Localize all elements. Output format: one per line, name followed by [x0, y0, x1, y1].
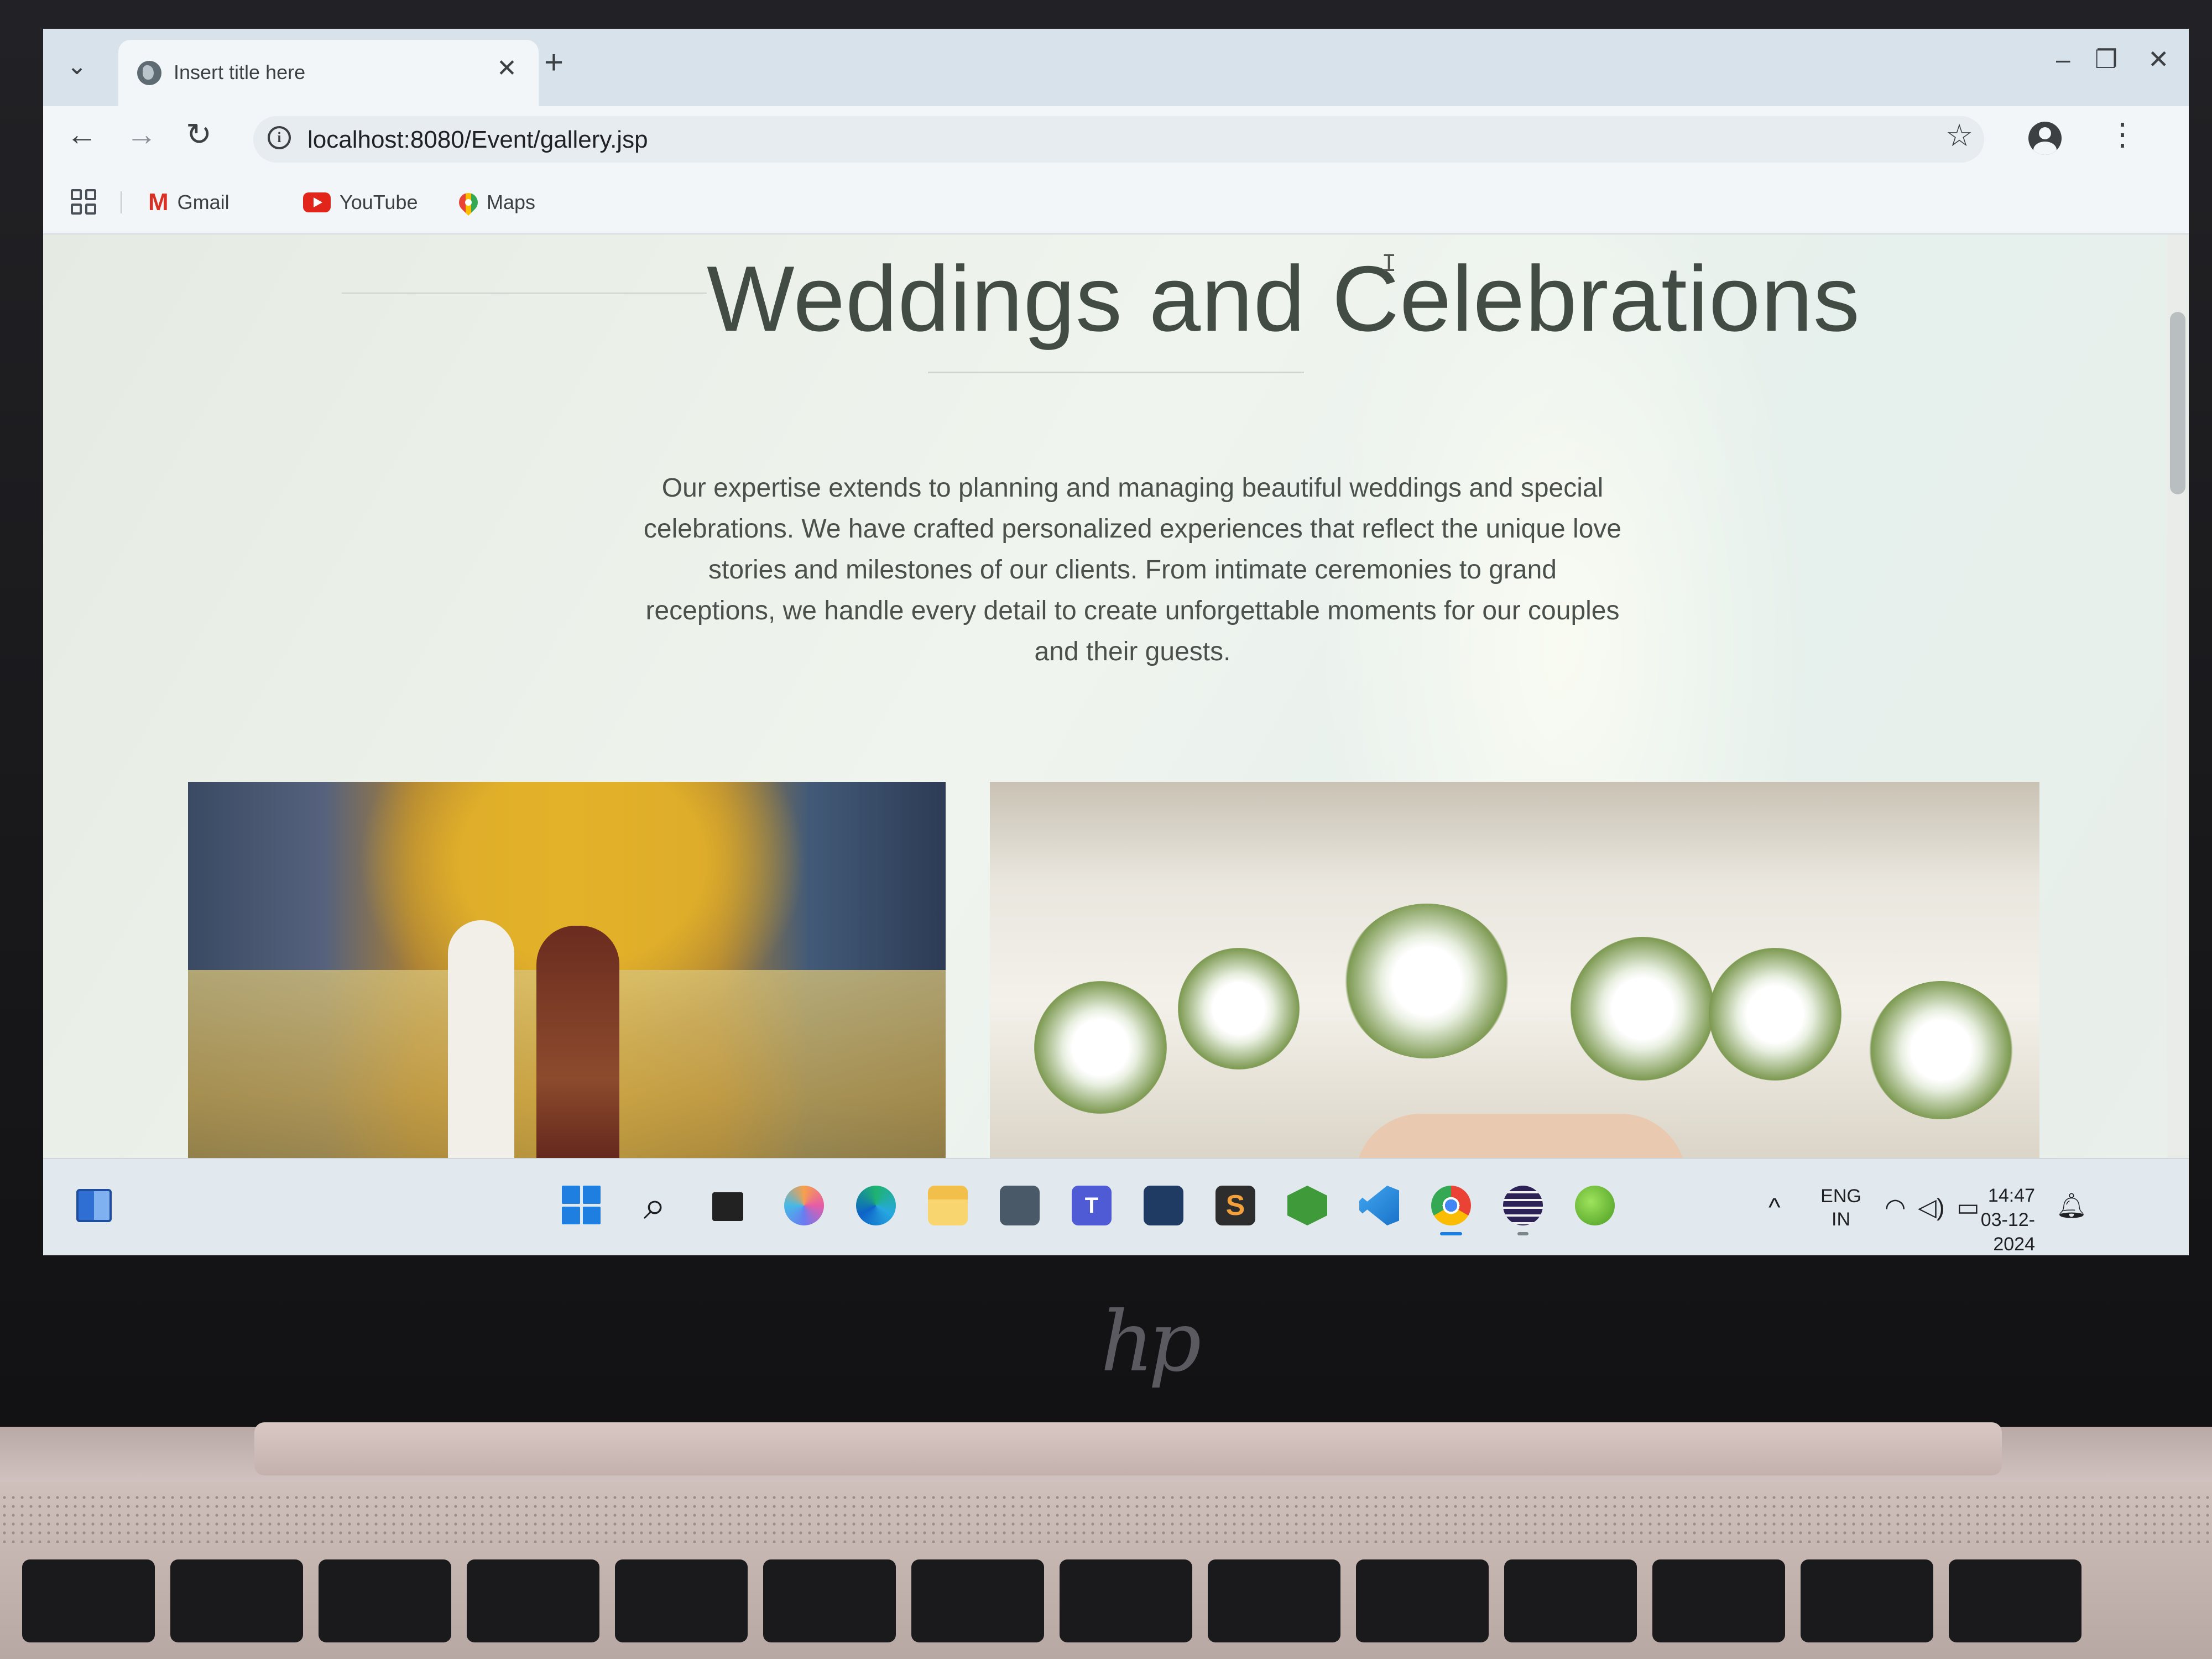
keyboard-key: [1949, 1559, 2081, 1642]
keyboard-key: [763, 1559, 896, 1642]
bookmark-star-icon[interactable]: ☆: [1945, 117, 1973, 154]
running-indicator: [1517, 1232, 1528, 1235]
gallery-image-floral-stage[interactable]: [990, 782, 2039, 1158]
task-view-icon[interactable]: [712, 1192, 743, 1221]
gallery-image-wedding-couple[interactable]: [188, 782, 946, 1158]
wifi-icon[interactable]: ◠: [1885, 1193, 1906, 1222]
title-divider-left: [342, 293, 707, 294]
intro-paragraph: Our expertise extends to planning and ma…: [643, 473, 1622, 666]
show-hidden-icons-button[interactable]: ^: [1768, 1192, 1781, 1222]
running-indicator: [1440, 1232, 1462, 1235]
language-code: ENG: [1820, 1186, 1861, 1207]
flower-arch: [1571, 937, 1714, 1081]
copilot-icon[interactable]: [784, 1186, 824, 1225]
text-cursor-icon: I: [1381, 250, 1397, 279]
mysql-workbench-icon[interactable]: [1144, 1186, 1183, 1225]
file-explorer-icon[interactable]: [928, 1186, 968, 1225]
hp-logo: hp: [1100, 1294, 1202, 1390]
camera-icon[interactable]: [1000, 1186, 1040, 1225]
keyboard-key: [22, 1559, 155, 1642]
tab-strip: ⌄ Insert title here ✕ + – ❐ ✕: [43, 29, 2189, 106]
widgets-icon[interactable]: [76, 1189, 112, 1222]
bookmarks-bar: M Gmail YouTube Maps: [43, 173, 2189, 234]
apps-grid-icon[interactable]: [71, 189, 96, 215]
profile-avatar[interactable]: [2028, 122, 2062, 155]
tab-title: Insert title here: [174, 61, 306, 84]
sublime-text-icon[interactable]: S: [1215, 1186, 1255, 1225]
clock-date: 03-12-2024: [1980, 1209, 2035, 1255]
spring-tools-icon[interactable]: [1575, 1186, 1615, 1225]
windows-taskbar: ⌕ T S ^ ENG IN ◠ ◁) ▭ 14:47 03-12-2024 🔔…: [43, 1158, 2189, 1255]
flower-arch: [1869, 981, 2013, 1119]
bride-figure: [536, 926, 619, 1158]
browser-menu-button[interactable]: ⋮: [2107, 116, 2138, 153]
vertical-scrollbar[interactable]: [2167, 234, 2189, 1158]
keyboard-key: [1652, 1559, 1785, 1642]
bookmark-gmail[interactable]: M Gmail: [148, 186, 229, 219]
bookmarks-divider: [121, 191, 122, 213]
page-viewport[interactable]: Weddings and Celebrations I Our expertis…: [43, 234, 2189, 1158]
screen: ⌄ Insert title here ✕ + – ❐ ✕ ← → ↻ i lo…: [43, 29, 2189, 1255]
flower-arch: [1178, 948, 1300, 1070]
start-button[interactable]: [562, 1186, 601, 1224]
keyboard-row: [0, 1559, 2212, 1659]
browser-toolbar: ← → ↻ i localhost:8080/Event/gallery.jsp…: [43, 106, 2189, 173]
teams-icon[interactable]: T: [1072, 1186, 1112, 1225]
close-tab-icon[interactable]: ✕: [497, 54, 517, 82]
keyboard-key: [467, 1559, 599, 1642]
url-text[interactable]: localhost:8080/Event/gallery.jsp: [307, 126, 648, 154]
forward-button[interactable]: →: [126, 116, 157, 152]
region-code: IN: [1832, 1209, 1850, 1230]
site-info-icon[interactable]: i: [268, 126, 291, 149]
keyboard-key: [1504, 1559, 1637, 1642]
keyboard-key: [911, 1559, 1044, 1642]
back-button[interactable]: ←: [66, 116, 97, 152]
close-window-button[interactable]: ✕: [2148, 44, 2169, 74]
search-icon[interactable]: ⌕: [635, 1186, 675, 1225]
maps-icon: [455, 189, 482, 216]
eclipse-icon[interactable]: [1503, 1186, 1543, 1225]
globe-icon: [137, 61, 161, 85]
keyboard-key: [1060, 1559, 1192, 1642]
edge-icon[interactable]: [856, 1186, 896, 1225]
keyboard-key: [1208, 1559, 1340, 1642]
restore-button[interactable]: ❐: [2095, 44, 2117, 74]
gmail-icon: M: [148, 189, 169, 216]
groom-figure: [448, 920, 514, 1158]
vscode-icon[interactable]: [1359, 1186, 1399, 1225]
flower-arch: [1034, 981, 1167, 1114]
keyboard-key: [170, 1559, 303, 1642]
notification-bell-icon[interactable]: 🔔︎: [2056, 1191, 2087, 1220]
chevron-down-icon: ⌄: [66, 52, 87, 80]
new-tab-button[interactable]: +: [544, 43, 564, 81]
address-bar[interactable]: i localhost:8080/Event/gallery.jsp: [253, 116, 1984, 163]
keyboard-key: [1801, 1559, 1933, 1642]
youtube-icon: [303, 192, 331, 212]
keyboard-key: [615, 1559, 748, 1642]
bookmark-label: Maps: [487, 191, 536, 213]
reload-button[interactable]: ↻: [186, 116, 212, 153]
title-underline: [928, 372, 1304, 373]
clock-time: 14:47: [1987, 1185, 2035, 1206]
hinge-bar: [254, 1422, 2002, 1475]
minimize-button[interactable]: –: [2056, 44, 2070, 74]
system-clock[interactable]: 14:47 03-12-2024: [1941, 1183, 2035, 1255]
stage-sofa: [1355, 1114, 1687, 1158]
tab-search-button[interactable]: ⌄: [53, 44, 101, 87]
tab-active[interactable]: Insert title here ✕: [118, 40, 539, 106]
chrome-icon[interactable]: [1431, 1186, 1471, 1225]
bookmark-maps[interactable]: Maps: [455, 186, 536, 219]
bookmark-label: YouTube: [340, 191, 418, 213]
flower-arch: [1709, 948, 1841, 1081]
language-indicator[interactable]: ENG IN: [1811, 1185, 1871, 1231]
keyboard-key: [1356, 1559, 1489, 1642]
page-title: Weddings and Celebrations: [707, 247, 1860, 351]
nodejs-icon[interactable]: [1287, 1186, 1327, 1225]
keyboard-key: [319, 1559, 451, 1642]
flower-arch: [1344, 904, 1510, 1058]
speaker-grille: [0, 1493, 2212, 1543]
bookmark-label: Gmail: [177, 191, 229, 213]
bookmark-youtube[interactable]: YouTube: [303, 186, 418, 219]
scrollbar-thumb[interactable]: [2170, 312, 2185, 494]
